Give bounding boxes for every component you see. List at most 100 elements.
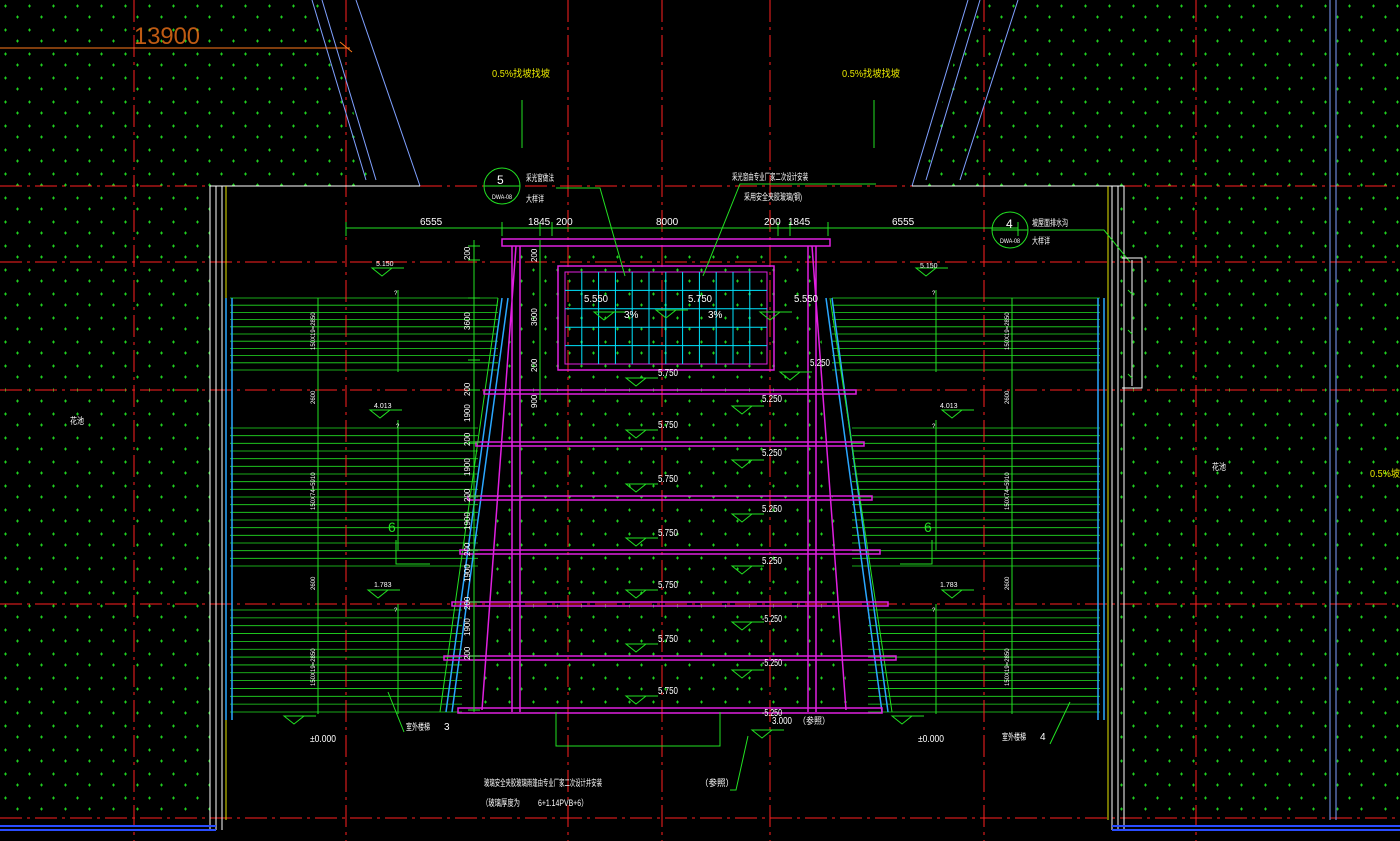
note-top-2: 采用安全夹胶玻璃(钢) [744, 191, 802, 202]
left-side-top: 5.150 [376, 261, 394, 268]
right-riser-label: 150X19=2850 [1005, 312, 1011, 350]
inner-vertical-dim: 200 [530, 358, 539, 372]
left-vertical-dim: 200 [463, 432, 472, 446]
top-dimension-value: 1845 [788, 217, 811, 228]
inner-vertical-dim: 900 [530, 394, 539, 408]
inner-vertical-dim: 3600 [530, 308, 539, 326]
bottom-leader [555, 712, 721, 747]
left-stair-label: 室外楼梯 [406, 721, 430, 732]
right-level-value: -5.250 [762, 614, 782, 625]
left-side-low: 1.783 [374, 582, 392, 589]
left-level-value: 5.750 [658, 686, 678, 697]
canopy-bottom-beam [457, 707, 883, 714]
stair-arrow-mark: ? [396, 424, 400, 430]
level-bottom: 3.000 [772, 716, 792, 727]
right-low-marker [940, 589, 964, 599]
right-stair-number: 4 [1040, 732, 1046, 743]
callout-right-line1: 坡屋面排水沟 [1032, 217, 1068, 228]
right-side-mid: 4.013 [940, 403, 958, 410]
left-vertical-dim: 200 [463, 542, 472, 556]
stair-arrow-mark: ? [932, 608, 936, 614]
left-vertical-dim: 200 [463, 246, 472, 260]
top-dimension-value: 1845 [528, 217, 551, 228]
stair-arrow-mark: ? [932, 291, 936, 297]
callout-right-sub: DWA-08 [1000, 239, 1021, 245]
slope-label-right: 0.5%找坡找坡 [842, 67, 900, 80]
top-dimension-value: 6555 [892, 217, 915, 228]
right-level-value: 5.250 [762, 448, 782, 459]
callout-left-number: 5 [497, 173, 504, 187]
top-dimension-value: 6555 [420, 217, 443, 228]
top-dimension-line [345, 222, 1019, 236]
callout-left-sub: DWA-08 [492, 195, 513, 201]
right-mid-marker [940, 409, 964, 419]
right-side-top: 5.150 [920, 263, 938, 270]
note-top-1: 采光窗由专业厂家二次设计安装 [732, 171, 808, 182]
right-stair-label: 室外楼梯 [1002, 731, 1026, 742]
note-bottom-ref: （参照） [700, 777, 734, 788]
left-vertical-dim: 1900 [463, 512, 472, 530]
left-vertical-dim: 200 [463, 596, 472, 610]
right-riser-label: 2600 [1005, 576, 1011, 590]
sky-level-1: 5.550 [584, 294, 608, 305]
left-riser-label: 150X74=5910 [311, 472, 317, 510]
canopy-top-beam [501, 238, 831, 247]
callout-left-line1: 采光窗做法 [526, 172, 554, 183]
right-side-low: 1.783 [940, 582, 958, 589]
left-vertical-dim: 1900 [463, 564, 472, 582]
left-vertical-dim: 200 [463, 646, 472, 660]
right-level-value: 5.250 [762, 504, 782, 515]
left-riser-label: 2600 [311, 576, 317, 590]
top-dimension-value: 200 [556, 217, 573, 228]
left-zero-marker [282, 715, 306, 725]
right-side-dim [935, 290, 1013, 714]
note-bottom-3: 6+1.14PVB+6） [538, 798, 588, 808]
level-bottom-note: （参照） [798, 715, 830, 726]
sky-level-2: 5.750 [688, 294, 712, 305]
left-level-value: 5.750 [658, 368, 678, 379]
left-side-dim [317, 290, 399, 714]
right-level-value: -5.250 [762, 658, 782, 669]
slope-label-left: 0.5%找坡找坡 [492, 67, 550, 80]
left-riser-label: 150X19=2850 [311, 312, 317, 350]
left-vertical-dim: 1900 [463, 458, 472, 476]
left-level-value: 5.750 [658, 580, 678, 591]
left-top-marker [370, 267, 394, 277]
left-side-count: 6 [388, 519, 396, 535]
left-stair-number: 3 [444, 722, 450, 733]
left-vertical-dim: 200 [463, 488, 472, 502]
sky-slope-2: 3% [708, 310, 723, 321]
cad-drawing-canvas: 13900 0.5%找坡找坡 0.5%找坡找坡 0.5%坡 5 DWA-08 采… [0, 0, 1400, 841]
left-mid-marker [368, 409, 392, 419]
top-dimension-text: 13900 [134, 23, 200, 50]
right-side-count: 6 [924, 519, 932, 535]
stair-arrow-mark: ? [394, 291, 398, 297]
right-riser-label: 2600 [1005, 390, 1011, 404]
left-side-zero: ±0.000 [310, 734, 336, 745]
right-level-value: 5.250 [810, 358, 830, 369]
top-dimension-texts: 6555 1845 200 8000 200 1845 6555 [420, 217, 915, 228]
left-vertical-dim: 1900 [463, 404, 472, 422]
left-low-marker [366, 589, 390, 599]
right-riser-label: 150X74=5910 [1005, 472, 1011, 510]
left-level-value: 5.750 [658, 528, 678, 539]
callout-right-number: 4 [1006, 217, 1013, 231]
right-level-value: 5.250 [762, 556, 782, 567]
right-zero-marker [890, 715, 914, 725]
stair-arrow-mark: ? [932, 424, 936, 430]
left-side-mid: 4.013 [374, 403, 392, 410]
sky-slope-1: 3% [624, 310, 639, 321]
callout-right-line2: 大样详 [1032, 235, 1050, 246]
note-bottom-2: （玻璃厚度为 [482, 797, 520, 808]
left-level-value: 5.750 [658, 634, 678, 645]
callout-left-line2: 大样详 [526, 193, 544, 204]
sky-level-3: 5.550 [794, 294, 818, 305]
left-vertical-dim: 1900 [463, 618, 472, 636]
stair-arrow-mark: ? [394, 608, 398, 614]
right-level-value: 5.250 [762, 394, 782, 405]
slope-label-far-right: 0.5%坡 [1370, 467, 1400, 480]
note-bottom-1: 玻璃安全夹胶玻璃雨篷由专业厂家二次设计并安装 [484, 777, 602, 788]
left-level-value: 5.750 [658, 420, 678, 431]
right-planting-area [918, 0, 1400, 820]
bottom-level-marker [750, 729, 774, 739]
